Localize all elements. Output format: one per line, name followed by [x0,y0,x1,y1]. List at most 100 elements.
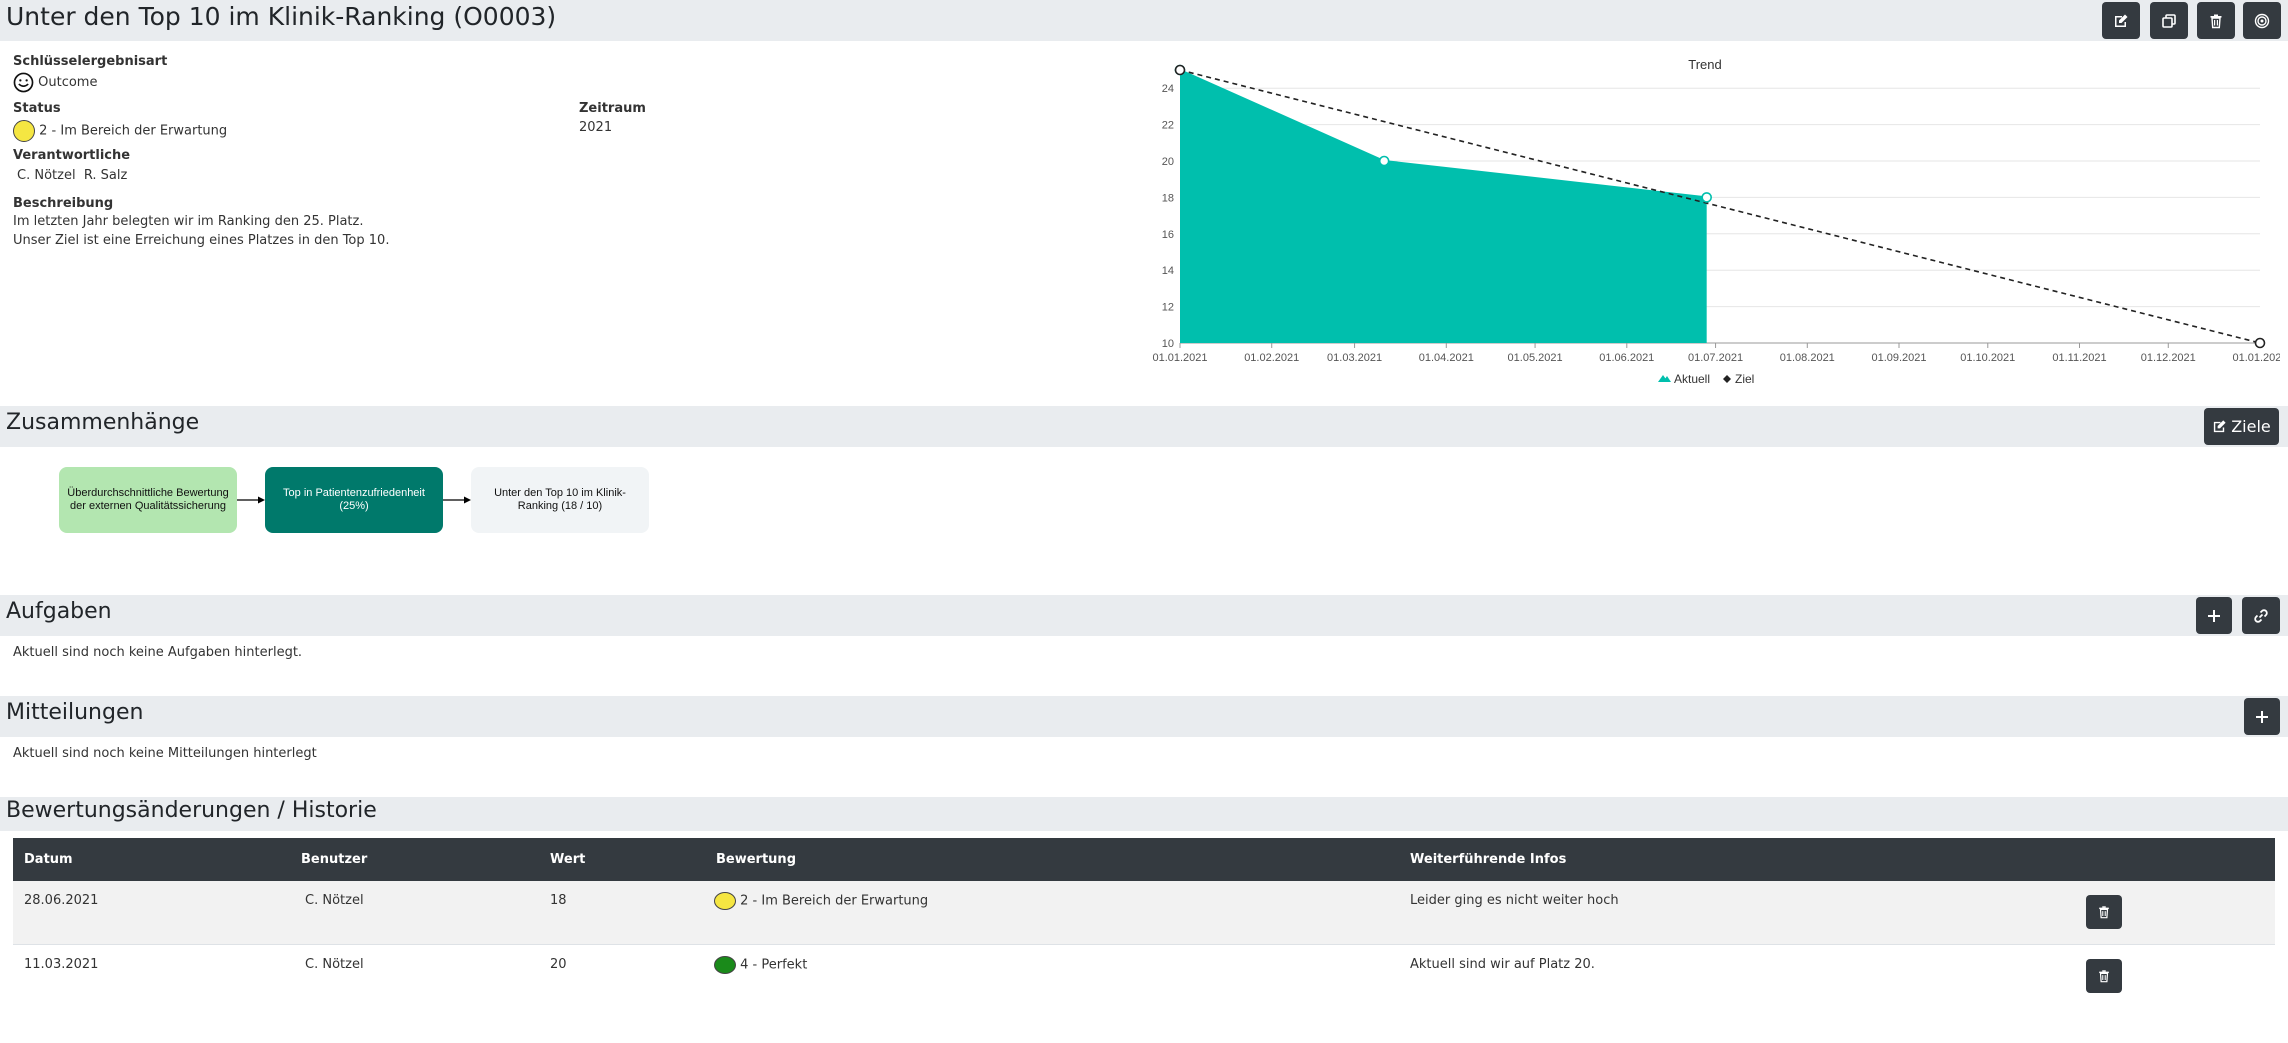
legend-marker-ziel [1723,375,1731,383]
trend-chart: Trend 10 12 14 16 18 20 22 24 01.01.2021 01.02.202… [1152,57,2280,386]
description-line: Im letzten Jahr belegten wir im Ranking … [13,214,364,229]
chart-x-tick-label: 01.09.2021 [1871,352,1926,364]
cell-user: C. Nötzel [305,957,364,972]
tasks-empty-text: Aktuell sind noch keine Aufgaben hinterl… [13,645,303,660]
owner-item[interactable]: C. Nötzel [17,168,76,183]
col-header-rating: Bewertung [716,852,796,867]
chart-x-tick-label: 01.12.2021 [2141,352,2196,364]
type-value-text: Outcome [38,75,98,90]
chart-area-aktuell [1180,70,1707,343]
chart-point-ziel [2254,337,2266,349]
plus-icon [2208,609,2220,622]
add-task-button[interactable] [2196,597,2232,634]
col-header-date: Datum [24,852,73,867]
chart-x-tick-label: 01.08.2021 [1780,352,1835,364]
add-message-button[interactable] [2244,698,2280,735]
table-row: 11.03.2021 C. Nötzel 20 4 - Perfekt Aktu… [13,945,2275,1008]
goals-button-label: Ziele [2231,417,2271,436]
chart-x-tick-label: 01.03.2021 [1327,352,1382,364]
target-icon [2254,13,2270,28]
cell-rating: 4 - Perfekt [714,956,807,974]
link-task-button[interactable] [2242,597,2280,634]
col-header-user: Benutzer [301,852,368,867]
status-dot-icon [13,120,35,142]
chart-y-tick-label: 10 [1162,338,1174,350]
messages-bar: Mitteilungen [0,696,2288,737]
page-title: Unter den Top 10 im Klinik-Ranking (O000… [6,2,557,31]
delete-row-button[interactable] [2086,895,2122,929]
history-title: Bewertungsänderungen / Historie [6,798,377,823]
cell-value: 18 [550,893,567,908]
edit-icon [2115,14,2128,27]
edit-button[interactable] [2102,2,2140,39]
table-row: 28.06.2021 C. Nötzel 18 2 - Im Bereich d… [13,881,2275,945]
chart-x-tick-label: 01.01.2021 [1152,352,1207,364]
edit-icon [2214,420,2226,433]
legend-label-ziel: Ziel [1735,372,1754,386]
description-label: Beschreibung [13,196,114,211]
cell-info: Aktuell sind wir auf Platz 20. [1410,957,1595,972]
target-button[interactable] [2243,2,2281,39]
owners-label: Verantwortliche [13,148,131,163]
relation-arrows [237,496,471,504]
plus-icon [2256,710,2268,723]
cell-user: C. Nötzel [305,893,364,908]
relations-title: Zusammenhänge [6,410,200,435]
goals-button[interactable]: Ziele [2204,408,2279,445]
chart-x-tick-label: 01.06.2021 [1599,352,1654,364]
owners-list: C. Nötzel R. Salz [17,168,127,183]
messages-title: Mitteilungen [6,700,144,725]
status-label: Status [13,101,61,116]
messages-empty-text: Aktuell sind noch keine Mitteilungen hin… [13,746,317,761]
cell-value: 20 [550,957,567,972]
chart-point-ziel [1174,64,1186,76]
copy-button[interactable] [2150,2,2188,39]
cell-rating-text: 2 - Im Bereich der Erwartung [740,893,929,909]
chart-y-tick-label: 22 [1162,120,1174,132]
description-line: Unser Ziel ist eine Erreichung eines Pla… [13,233,390,248]
chart-x-tick-label: 01.02.2021 [1244,352,1299,364]
tasks-title: Aufgaben [6,599,112,624]
delete-button[interactable] [2197,2,2235,39]
cell-info: Leider ging es nicht weiter hoch [1410,893,1619,908]
type-label: Schlüsselergebnisart [13,54,168,69]
relation-arrowhead [258,496,265,504]
chart-x-tick-label: 01.11.2021 [2052,352,2106,364]
trash-icon [2099,970,2109,983]
chart-point-aktuell [1378,155,1390,167]
smiley-icon [13,72,34,93]
rating-dot-icon [714,956,736,974]
trash-icon [2210,14,2222,28]
rating-dot-icon [714,892,736,910]
link-icon [2254,608,2268,623]
relations-bar: Zusammenhänge [0,406,2288,447]
relation-arrowhead [464,496,471,504]
status-value-text: 2 - Im Bereich der Erwartung [39,123,228,139]
chart-x-tick-label: 01.01.2022 [2232,352,2280,364]
chart-x-tick-label: 01.10.2021 [1960,352,2015,364]
tasks-bar: Aufgaben [0,595,2288,636]
chart-point-aktuell [1701,192,1712,203]
trash-icon [2099,906,2109,919]
chart-y-tick-label: 12 [1162,302,1174,314]
header-bar: Unter den Top 10 im Klinik-Ranking (O000… [0,0,2288,41]
cell-date: 11.03.2021 [24,957,99,972]
col-header-value: Wert [550,852,586,867]
period-label: Zeitraum [579,101,646,116]
col-header-info: Weiterführende Infos [1410,852,1567,867]
period-value: 2021 [579,120,613,135]
delete-row-button[interactable] [2086,959,2122,993]
chart-title: Trend [1688,57,1721,72]
cell-rating: 2 - Im Bereich der Erwartung [714,892,928,910]
owner-item[interactable]: R. Salz [84,168,128,183]
chart-y-tick-label: 18 [1162,192,1174,204]
chart-x-tick-label: 01.04.2021 [1419,352,1474,364]
chart-y-tick-label: 16 [1162,229,1174,241]
chart-y-tick-label: 20 [1162,156,1174,168]
chart-y-tick-label: 14 [1162,265,1174,277]
copy-icon [2162,13,2176,28]
status-value: 2 - Im Bereich der Erwartung [13,120,227,142]
cell-date: 28.06.2021 [24,893,99,908]
chart-y-tick-label: 24 [1162,83,1174,95]
chart-x-tick-label: 01.07.2021 [1688,352,1743,364]
